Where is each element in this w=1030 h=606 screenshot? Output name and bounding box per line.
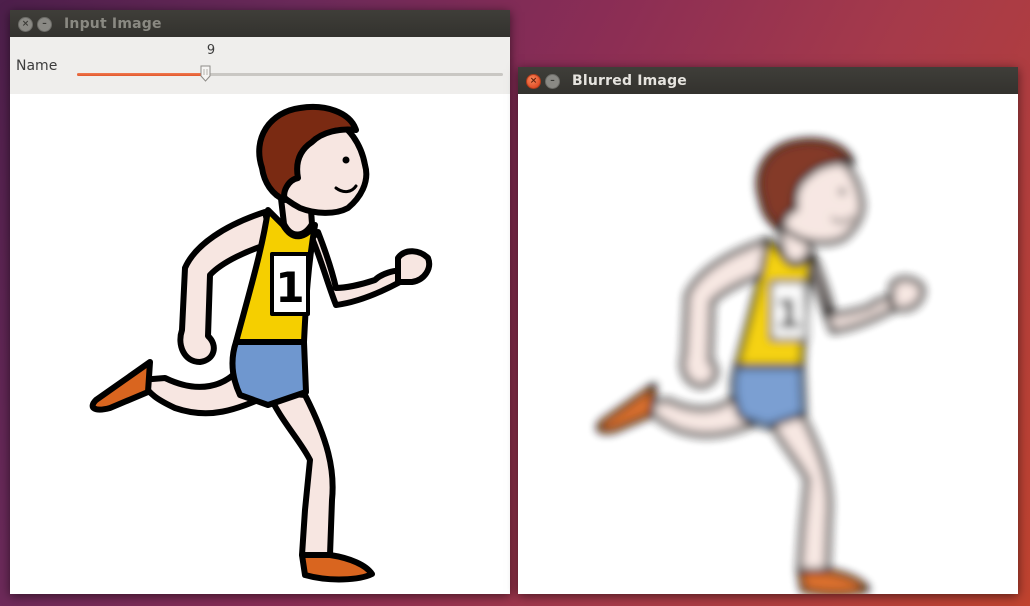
input-window-titlebar[interactable]: × – Input Image [10, 10, 510, 37]
blurred-image-canvas [518, 94, 1018, 594]
slider-thumb[interactable] [200, 65, 211, 82]
blurred-window-titlebar[interactable]: × – Blurred Image [518, 67, 1018, 94]
window-title: Input Image [64, 16, 162, 32]
trackbar-value: 9 [206, 43, 216, 58]
minimize-icon[interactable]: – [37, 17, 52, 32]
close-icon[interactable]: × [18, 17, 33, 32]
trackbar-panel: 9 Name [10, 37, 510, 94]
blurred-image-window: × – Blurred Image [518, 67, 1018, 594]
minimize-icon[interactable]: – [545, 74, 560, 89]
close-icon[interactable]: × [526, 74, 541, 89]
input-image-canvas [10, 94, 510, 594]
slider-fill [77, 73, 205, 76]
input-image-window: × – Input Image 9 Name [10, 10, 510, 594]
blurred-runner-image [518, 94, 1018, 594]
blur-slider[interactable] [77, 65, 503, 84]
trackbar-label: Name [16, 58, 58, 74]
runner-image [10, 94, 510, 594]
window-title: Blurred Image [572, 73, 687, 89]
